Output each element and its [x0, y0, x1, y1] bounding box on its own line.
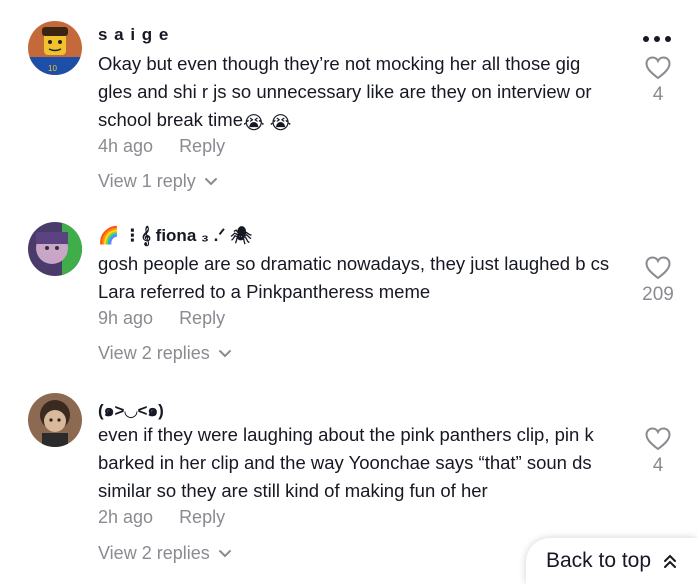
like-button[interactable]: 209 [635, 256, 681, 306]
like-button[interactable]: 4 [635, 427, 681, 477]
comment-timestamp: 9h ago [98, 308, 154, 328]
heart-outline-icon [645, 56, 671, 80]
avatar[interactable] [28, 222, 82, 276]
heart-outline-icon [645, 427, 671, 451]
view-replies-button[interactable]: View 1 reply [98, 171, 218, 192]
double-chevron-up-icon [664, 554, 677, 568]
svg-text:10: 10 [48, 64, 57, 73]
emoji: 😭 [242, 112, 265, 133]
more-options-button[interactable] [642, 30, 672, 48]
view-replies-label: View 2 replies [98, 343, 210, 363]
heart-outline-icon [645, 256, 671, 280]
reply-button[interactable]: Reply [179, 507, 225, 527]
avatar[interactable] [28, 393, 82, 447]
chevron-down-icon [218, 549, 231, 557]
view-replies-label: View 2 replies [98, 543, 210, 563]
comment-text: even if they were laughing about the pin… [98, 424, 594, 501]
chevron-down-icon [218, 349, 231, 357]
like-button[interactable]: 4 [635, 56, 681, 106]
view-replies-label: View 1 reply [98, 171, 196, 191]
like-count: 209 [642, 284, 674, 305]
comment-text: gosh people are so dramatic nowadays, th… [98, 253, 610, 302]
comment-text: Okay but even though they’re not mocking… [98, 50, 618, 137]
comment-timestamp: 2h ago [98, 507, 154, 527]
view-replies-button[interactable]: View 2 replies [98, 543, 232, 564]
like-count: 4 [652, 455, 664, 476]
view-replies-button[interactable]: View 2 replies [98, 343, 232, 364]
chevron-down-icon [204, 177, 217, 185]
reply-button[interactable]: Reply [179, 136, 225, 156]
back-to-top-label: Back to top [545, 549, 652, 572]
avatar[interactable]: 10 [28, 21, 82, 75]
username[interactable]: s a i g e [98, 25, 169, 45]
username[interactable]: (๑>◡<๑) [98, 397, 164, 424]
like-count: 4 [652, 84, 664, 105]
username[interactable]: 🌈 ⋮𝄞 fiona ₃ .ᐟ 🕷 [98, 226, 252, 246]
back-to-top-button[interactable]: Back to top [526, 538, 697, 584]
more-options-icon [643, 36, 671, 42]
reply-button[interactable]: Reply [179, 308, 225, 328]
comment-timestamp: 4h ago [98, 136, 154, 156]
emoji: 😭 [269, 112, 292, 133]
